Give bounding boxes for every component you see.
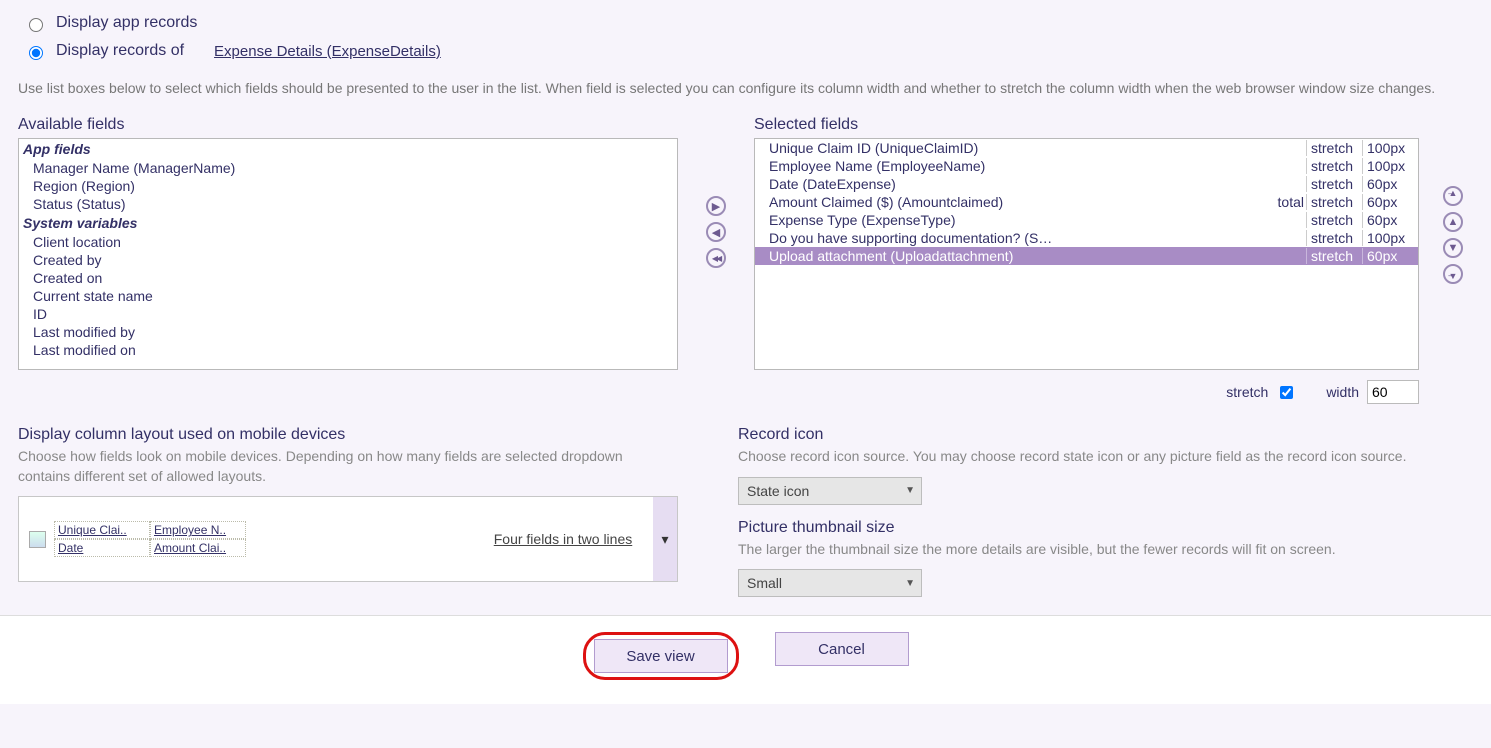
mobile-cell[interactable]: Unique Clai.. (54, 521, 150, 539)
intro-text: Use list boxes below to select which fie… (18, 78, 1473, 98)
mobile-cell[interactable]: Amount Clai.. (150, 539, 246, 557)
move-right-icon[interactable]: ▶ (706, 196, 726, 216)
record-icon-value: State icon (747, 483, 809, 499)
selected-fields-listbox[interactable]: Unique Claim ID (UniqueClaimID) stretch … (754, 138, 1419, 370)
available-item[interactable]: Client location (19, 233, 677, 251)
selected-row[interactable]: Upload attachment (Uploadattachment) str… (755, 247, 1418, 265)
move-down-icon[interactable]: ▼ (1443, 238, 1463, 258)
mobile-cell[interactable]: Employee N.. (150, 521, 246, 539)
available-item[interactable]: Region (Region) (19, 177, 677, 195)
record-icon-preview (29, 531, 46, 548)
selected-fields-title: Selected fields (754, 116, 1419, 134)
available-item[interactable]: Created by (19, 251, 677, 269)
selected-row[interactable]: Employee Name (EmployeeName) stretch 100… (755, 157, 1418, 175)
display-app-records-label: Display app records (56, 14, 197, 32)
cancel-button[interactable]: Cancel (775, 632, 909, 666)
selected-row[interactable]: Amount Claimed ($) (Amountclaimed) total… (755, 193, 1418, 211)
thumbnail-value: Small (747, 575, 782, 591)
stretch-checkbox[interactable] (1280, 386, 1293, 399)
selected-row[interactable]: Unique Claim ID (UniqueClaimID) stretch … (755, 139, 1418, 157)
available-item[interactable]: Created on (19, 269, 677, 287)
display-records-of-radio[interactable] (29, 46, 43, 60)
record-icon-subtitle: Choose record icon source. You may choos… (738, 447, 1473, 467)
available-item[interactable]: Current state name (19, 287, 677, 305)
width-label: width (1326, 384, 1359, 400)
record-icon-title: Record icon (738, 426, 1473, 444)
thumbnail-title: Picture thumbnail size (738, 519, 1473, 537)
mobile-layout-dropdown-icon[interactable]: ▾ (653, 497, 677, 581)
width-input[interactable] (1367, 380, 1419, 404)
available-group-app: App fields (19, 139, 677, 159)
available-fields-title: Available fields (18, 116, 678, 134)
available-item[interactable]: Manager Name (ManagerName) (19, 159, 677, 177)
selected-row[interactable]: Expense Type (ExpenseType) stretch 60px (755, 211, 1418, 229)
chevron-down-icon: ▼ (905, 578, 915, 589)
mobile-layout-subtitle: Choose how fields look on mobile devices… (18, 447, 678, 486)
available-item[interactable]: Last modified by (19, 323, 677, 341)
mobile-layout-title: Display column layout used on mobile dev… (18, 426, 678, 444)
move-all-left-icon[interactable]: ◀◀ (706, 248, 726, 268)
save-view-button[interactable]: Save view (594, 639, 728, 673)
move-bottom-icon[interactable]: _▼ (1443, 264, 1463, 284)
selected-row[interactable]: Date (DateExpense) stretch 60px (755, 175, 1418, 193)
thumbnail-subtitle: The larger the thumbnail size the more d… (738, 540, 1473, 560)
records-of-link[interactable]: Expense Details (ExpenseDetails) (214, 43, 441, 60)
record-icon-select[interactable]: State icon ▼ (738, 477, 922, 505)
selected-row[interactable]: Do you have supporting documentation? (S… (755, 229, 1418, 247)
available-item[interactable]: ID (19, 305, 677, 323)
available-item[interactable]: Status (Status) (19, 195, 677, 213)
chevron-down-icon: ▼ (905, 485, 915, 496)
display-app-records-radio[interactable] (29, 18, 43, 32)
stretch-label: stretch (1226, 384, 1268, 400)
mobile-layout-preview: Unique Clai.. Employee N.. Date Amount C… (18, 496, 678, 582)
available-group-system: System variables (19, 213, 677, 233)
available-fields-listbox[interactable]: App fields Manager Name (ManagerName) Re… (18, 138, 678, 370)
move-top-icon[interactable]: ▲‾ (1443, 186, 1463, 206)
mobile-layout-desc: Four fields in two lines (473, 531, 653, 547)
available-item[interactable]: Last modified on (19, 341, 677, 359)
save-highlight: Save view (583, 632, 739, 680)
display-records-of-label: Display records of (56, 42, 184, 60)
thumbnail-size-select[interactable]: Small ▼ (738, 569, 922, 597)
mobile-cell[interactable]: Date (54, 539, 150, 557)
move-left-icon[interactable]: ◀ (706, 222, 726, 242)
move-up-icon[interactable]: ▲ (1443, 212, 1463, 232)
